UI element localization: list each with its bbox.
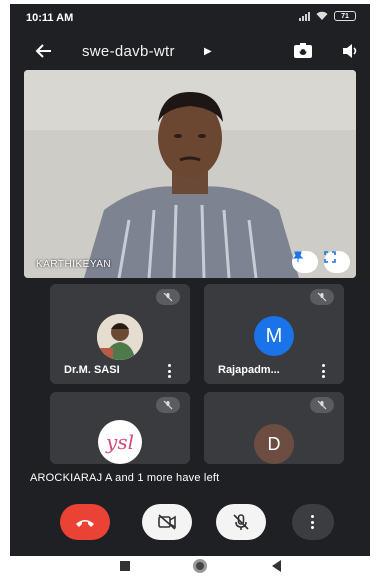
participant-name: Dr.M. SASI xyxy=(64,364,120,376)
fullscreen-icon xyxy=(324,251,336,263)
more-options-button[interactable] xyxy=(292,504,334,540)
mic-off-icon xyxy=(310,289,334,305)
participant-tile[interactable]: ysl xyxy=(50,392,190,464)
wifi-icon xyxy=(316,11,328,20)
pin-button[interactable] xyxy=(292,251,318,273)
presenter-video-frame xyxy=(24,70,356,278)
presenter-name: KARTHIKEYAN xyxy=(36,259,112,270)
avatar-letter: M xyxy=(265,324,283,347)
more-vert-icon xyxy=(311,515,315,529)
main-video[interactable]: KARTHIKEYAN xyxy=(24,70,356,278)
call-controls xyxy=(10,504,370,548)
battery-icon: 71 xyxy=(334,11,356,21)
status-bar: 10:11 AM 71 xyxy=(10,4,370,30)
avatar-letter: D xyxy=(267,433,281,454)
end-call-icon xyxy=(76,520,94,527)
system-nav-bar xyxy=(10,556,370,576)
call-header: swe-davb-wtr ▶ xyxy=(10,34,370,68)
more-vert-icon[interactable] xyxy=(168,364,172,378)
mic-off-icon xyxy=(310,397,334,413)
mic-off-icon xyxy=(156,397,180,413)
mic-off-icon xyxy=(156,289,180,305)
speaker-icon[interactable] xyxy=(340,41,360,61)
avatar xyxy=(97,314,143,360)
switch-camera-icon[interactable] xyxy=(292,40,314,62)
avatar: M xyxy=(254,316,294,356)
camera-off-icon xyxy=(158,514,176,530)
mic-off-icon xyxy=(233,514,249,530)
home-button[interactable] xyxy=(193,559,207,573)
avatar: ysl xyxy=(98,420,142,464)
meeting-code[interactable]: swe-davb-wtr xyxy=(82,43,175,60)
fullscreen-button[interactable] xyxy=(324,251,350,273)
participants-left-notice: AROCKIARAJ A and 1 more have left xyxy=(10,464,370,494)
more-vert-icon[interactable] xyxy=(322,364,326,378)
participant-name: Rajapadm... xyxy=(218,364,280,376)
avatar-text: ysl xyxy=(106,430,134,454)
notice-text: AROCKIARAJ A and 1 more have left xyxy=(30,472,220,484)
status-time: 10:11 AM xyxy=(26,12,74,24)
status-icons: 71 xyxy=(299,11,356,21)
camera-toggle-button[interactable] xyxy=(142,504,192,540)
back-arrow-icon[interactable] xyxy=(32,40,54,62)
chevron-right-icon[interactable]: ▶ xyxy=(204,46,212,57)
system-back-button[interactable] xyxy=(272,560,281,572)
phone-screen: 10:11 AM 71 swe-davb-wtr ▶ KARTHIKEYAN D… xyxy=(10,4,370,576)
avatar: D xyxy=(254,424,294,464)
battery-level: 71 xyxy=(341,12,349,20)
participant-tile[interactable]: Dr.M. SASI xyxy=(50,284,190,384)
pin-icon xyxy=(292,251,304,262)
end-call-button[interactable] xyxy=(60,504,110,540)
signal-icon xyxy=(299,11,310,21)
participant-tile[interactable]: D xyxy=(204,392,344,464)
participant-tile[interactable]: M Rajapadm... xyxy=(204,284,344,384)
recents-button[interactable] xyxy=(120,561,130,571)
mic-toggle-button[interactable] xyxy=(216,504,266,540)
